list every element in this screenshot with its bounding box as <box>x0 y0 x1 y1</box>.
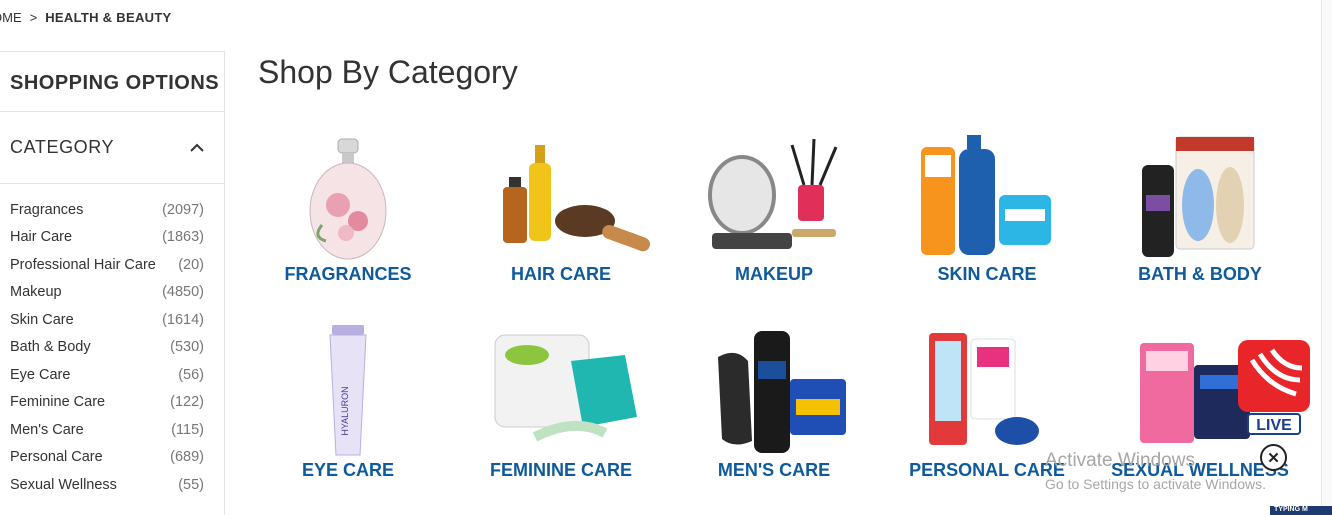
category-item-count: (530) <box>170 339 204 356</box>
category-item-count: (689) <box>170 449 204 466</box>
category-tile-label: SKIN CARE <box>937 264 1037 284</box>
category-filter-toggle[interactable]: CATEGORY <box>0 112 224 184</box>
category-item-count: (2097) <box>162 201 204 218</box>
category-item-mens-care[interactable]: Men's Care (115) <box>0 416 224 444</box>
category-tile-skin-care[interactable]: SKIN CARE <box>881 125 1093 283</box>
category-item-skin-care[interactable]: Skin Care (1614) <box>0 306 224 334</box>
mirror-brushes-image <box>668 125 880 265</box>
category-heading: CATEGORY <box>10 137 115 157</box>
category-tile-hair-care[interactable]: HAIR CARE <box>455 125 667 283</box>
shower-gel-loofah-image <box>1094 125 1306 265</box>
category-item-count: (1614) <box>162 311 204 328</box>
category-item-fragrances[interactable]: Fragrances (2097) <box>0 196 224 224</box>
category-item-label: Makeup <box>10 284 62 301</box>
category-item-count: (20) <box>178 256 204 273</box>
svg-text:HYALURON: HYALURON <box>340 386 350 435</box>
toothbrush-veet-image <box>881 321 1093 461</box>
skincare-bottles-image <box>881 125 1093 265</box>
windows-activation-watermark: Activate Windows Go to Settings to activ… <box>1045 450 1266 492</box>
category-tile-eye-care[interactable]: HYALURON EYE CARE <box>242 321 454 479</box>
category-item-count: (56) <box>178 366 204 383</box>
category-item-count: (55) <box>178 476 204 493</box>
category-item-professional-hair-care[interactable]: Professional Hair Care (20) <box>0 251 224 279</box>
watermark-subtitle: Go to Settings to activate Windows. <box>1045 476 1266 492</box>
category-item-label: Bath & Body <box>10 339 91 356</box>
category-tile-feminine-care[interactable]: FEMININE CARE <box>455 321 667 479</box>
category-tile-makeup[interactable]: MAKEUP <box>668 125 880 283</box>
typing-indicator-tag: TYPING M <box>1270 506 1332 515</box>
category-tile-fragrances[interactable]: FRAGRANCES <box>242 125 454 283</box>
category-item-hair-care[interactable]: Hair Care (1863) <box>0 224 224 252</box>
category-item-count: (122) <box>170 394 204 411</box>
page-scrollbar[interactable] <box>1321 0 1332 515</box>
category-item-count: (4850) <box>162 284 204 301</box>
category-item-label: Feminine Care <box>10 394 106 411</box>
category-item-label: Personal Care <box>10 449 103 466</box>
live-chat-badge[interactable]: LIVE <box>1238 340 1310 436</box>
page-title: Shop By Category <box>258 54 518 90</box>
category-item-count: (1863) <box>162 229 204 246</box>
close-live-badge-button[interactable]: ✕ <box>1260 444 1287 471</box>
category-item-label: Men's Care <box>10 421 84 438</box>
close-icon: ✕ <box>1267 449 1280 467</box>
category-tile-bath-body[interactable]: BATH & BODY <box>1094 125 1306 283</box>
category-tile-label: HAIR CARE <box>510 264 611 284</box>
category-item-makeup[interactable]: Makeup (4850) <box>0 279 224 307</box>
breadcrumb: OME > HEALTH & BEAUTY <box>0 10 172 25</box>
breadcrumb-separator: > <box>29 10 38 25</box>
category-tile-label: FRAGRANCES <box>284 264 412 284</box>
chevron-up-icon <box>190 143 204 152</box>
live-label: LIVE <box>1256 417 1292 434</box>
category-tile-mens-care[interactable]: MEN'S CARE <box>668 321 880 479</box>
category-item-label: Fragrances <box>10 201 84 218</box>
shopping-options-heading: SHOPPING OPTIONS <box>0 52 224 112</box>
hair-oil-brush-image <box>455 125 667 265</box>
category-item-eye-care[interactable]: Eye Care (56) <box>0 361 224 389</box>
category-item-count: (115) <box>171 421 204 438</box>
watermark-title: Activate Windows <box>1045 450 1195 471</box>
category-item-label: Eye Care <box>10 366 71 383</box>
category-tile-label: FEMININE CARE <box>489 460 632 480</box>
shaver-razors-image <box>668 321 880 461</box>
category-item-label: Skin Care <box>10 311 74 328</box>
category-item-label: Professional Hair Care <box>10 256 156 273</box>
breadcrumb-current: HEALTH & BEAUTY <box>45 10 172 25</box>
category-item-bath-body[interactable]: Bath & Body (530) <box>0 334 224 362</box>
sidebar-filters: SHOPPING OPTIONS CATEGORY Fragrances (209… <box>0 51 225 515</box>
category-tile-label: MAKEUP <box>734 264 813 284</box>
breadcrumb-home-link[interactable]: OME <box>0 10 22 25</box>
category-item-label: Sexual Wellness <box>10 476 117 493</box>
category-list: Fragrances (2097) Hair Care (1863) Profess… <box>0 184 224 499</box>
pads-wipes-image <box>455 321 667 461</box>
category-tile-label: MEN'S CARE <box>717 460 831 480</box>
category-tile-label: EYE CARE <box>301 460 395 480</box>
category-item-label: Hair Care <box>10 229 73 246</box>
category-item-feminine-care[interactable]: Feminine Care (122) <box>0 389 224 417</box>
eye-cream-tube-image: HYALURON <box>242 321 454 461</box>
category-item-personal-care[interactable]: Personal Care (689) <box>0 444 224 472</box>
category-item-sexual-wellness[interactable]: Sexual Wellness (55) <box>0 471 224 499</box>
perfume-bottle-image <box>242 125 454 265</box>
category-tile-label: BATH & BODY <box>1138 264 1262 284</box>
